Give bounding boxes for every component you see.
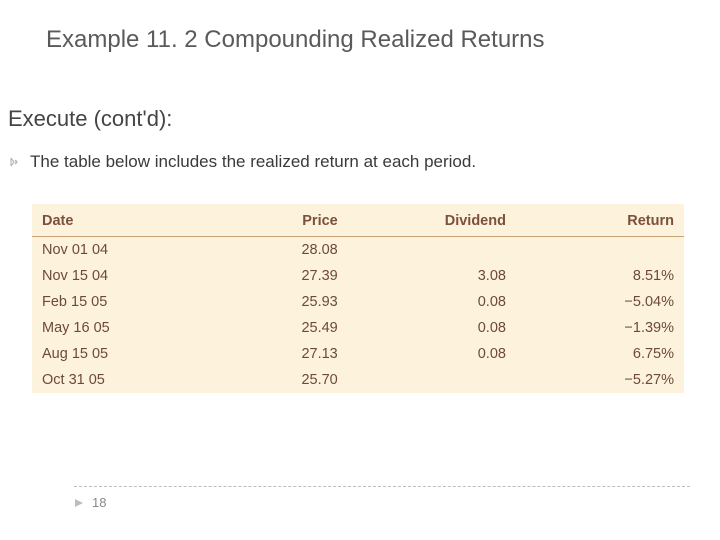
col-header-price: Price bbox=[190, 204, 348, 237]
cell-dividend bbox=[348, 367, 516, 393]
table-row: Aug 15 05 27.13 0.08 6.75% bbox=[32, 341, 684, 367]
cell-dividend: 0.08 bbox=[348, 289, 516, 315]
cell-date: Nov 01 04 bbox=[32, 237, 190, 264]
col-header-return: Return bbox=[516, 204, 684, 237]
table-row: Oct 31 05 25.70 −5.27% bbox=[32, 367, 684, 393]
table-header-row: Date Price Dividend Return bbox=[32, 204, 684, 237]
cell-price: 25.49 bbox=[190, 315, 348, 341]
page-number: 18 bbox=[92, 495, 106, 510]
cell-return: 8.51% bbox=[516, 263, 684, 289]
slide-title: Example 11. 2 Compounding Realized Retur… bbox=[46, 26, 700, 54]
cell-return: −5.04% bbox=[516, 289, 684, 315]
cell-dividend bbox=[348, 237, 516, 264]
cell-price: 27.13 bbox=[190, 341, 348, 367]
section-subhead: Execute (cont'd): bbox=[8, 106, 172, 132]
col-header-dividend: Dividend bbox=[348, 204, 516, 237]
cell-date: May 16 05 bbox=[32, 315, 190, 341]
cell-return: −1.39% bbox=[516, 315, 684, 341]
cell-date: Aug 15 05 bbox=[32, 341, 190, 367]
bullet-text: The table below includes the realized re… bbox=[30, 152, 476, 172]
cell-dividend: 0.08 bbox=[348, 315, 516, 341]
footer-triangle-icon bbox=[74, 498, 84, 508]
cell-date: Oct 31 05 bbox=[32, 367, 190, 393]
cell-price: 28.08 bbox=[190, 237, 348, 264]
cell-price: 27.39 bbox=[190, 263, 348, 289]
cell-return: −5.27% bbox=[516, 367, 684, 393]
cell-price: 25.93 bbox=[190, 289, 348, 315]
bullet-item: The table below includes the realized re… bbox=[8, 152, 700, 173]
cell-date: Nov 15 04 bbox=[32, 263, 190, 289]
col-header-date: Date bbox=[32, 204, 190, 237]
bullet-icon bbox=[8, 155, 20, 173]
table-row: Nov 01 04 28.08 bbox=[32, 237, 684, 264]
table-row: Nov 15 04 27.39 3.08 8.51% bbox=[32, 263, 684, 289]
returns-table: Date Price Dividend Return Nov 01 04 28.… bbox=[32, 204, 684, 393]
slide-footer: 18 bbox=[74, 486, 690, 510]
cell-price: 25.70 bbox=[190, 367, 348, 393]
footer-divider bbox=[74, 486, 690, 487]
table-row: Feb 15 05 25.93 0.08 −5.04% bbox=[32, 289, 684, 315]
cell-return: 6.75% bbox=[516, 341, 684, 367]
cell-return bbox=[516, 237, 684, 264]
cell-date: Feb 15 05 bbox=[32, 289, 190, 315]
cell-dividend: 0.08 bbox=[348, 341, 516, 367]
cell-dividend: 3.08 bbox=[348, 263, 516, 289]
table-row: May 16 05 25.49 0.08 −1.39% bbox=[32, 315, 684, 341]
